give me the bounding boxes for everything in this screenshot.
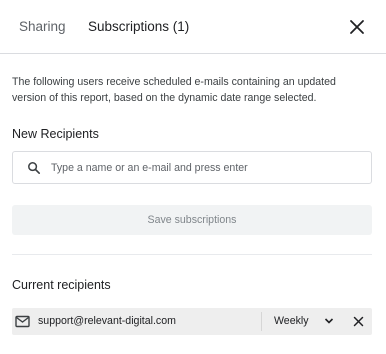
tab-subscriptions[interactable]: Subscriptions (1) [88,19,189,35]
section-divider [12,254,372,255]
frequency-select[interactable]: Weekly [268,308,340,335]
subscriptions-description: The following users receive scheduled e-… [12,76,336,104]
chevron-down-icon [324,318,334,324]
frequency-value: Weekly [274,315,309,327]
save-subscriptions-button[interactable]: Save subscriptions [12,205,372,235]
current-recipients-heading: Current recipients [12,278,111,292]
new-recipients-heading: New Recipients [12,127,99,141]
recipient-row: support@relevant-digital.com Weekly [12,308,372,335]
search-icon [28,162,40,174]
tab-sharing[interactable]: Sharing [19,19,66,35]
recipient-search-input[interactable] [51,158,361,178]
recipient-email: support@relevant-digital.com [38,315,176,327]
recipient-separator [261,312,262,331]
dialog-tabs: Sharing Subscriptions (1) [0,0,386,54]
recipient-search-box [12,151,372,184]
remove-recipient-icon[interactable] [353,316,364,327]
close-icon[interactable] [347,17,367,37]
mail-icon [15,315,30,328]
